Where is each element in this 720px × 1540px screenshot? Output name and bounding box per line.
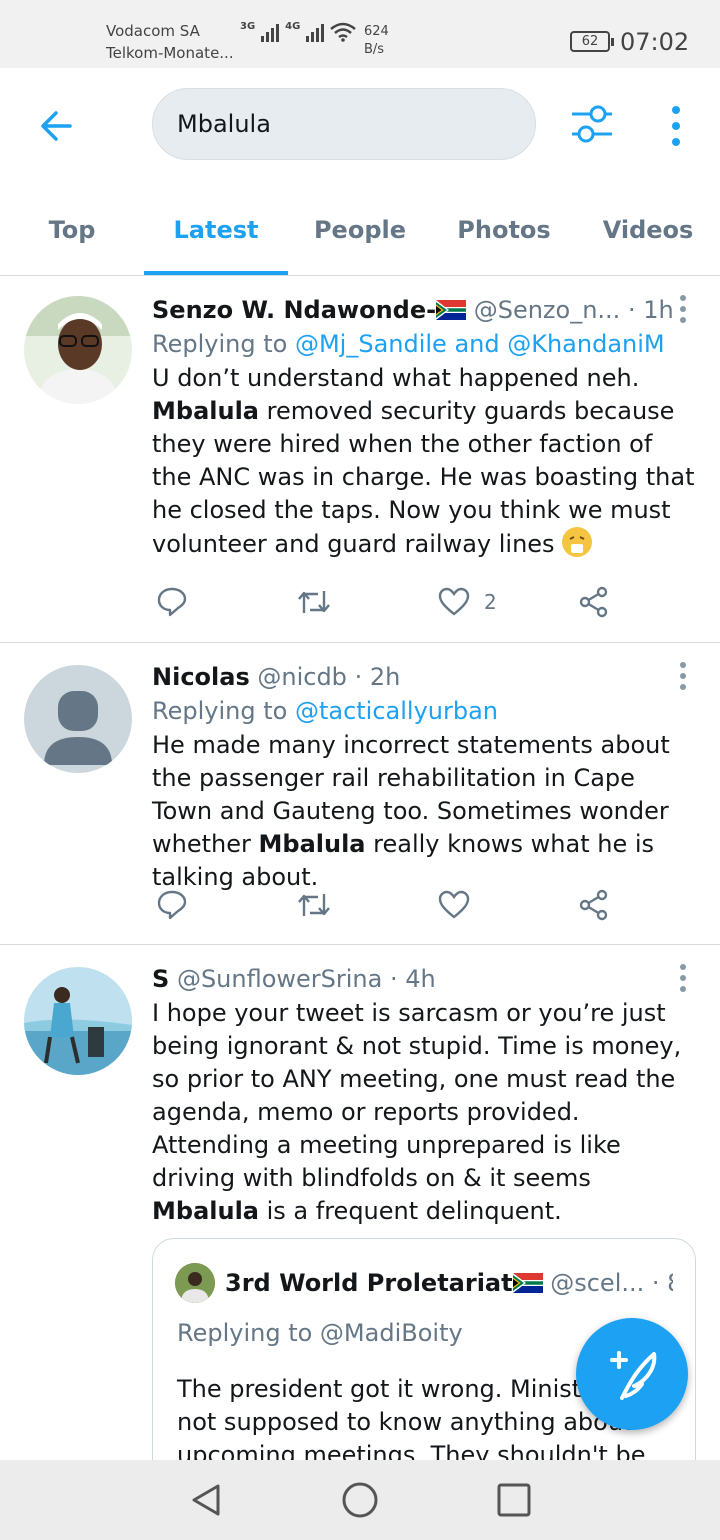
share-button[interactable] <box>578 582 610 622</box>
default-avatar[interactable] <box>24 665 132 773</box>
retweet-button[interactable] <box>296 885 332 925</box>
retweet-icon <box>298 894 330 916</box>
author-name[interactable]: S <box>152 965 169 993</box>
system-nav-bar <box>0 1460 720 1540</box>
south-africa-flag-icon <box>436 300 467 320</box>
like-button[interactable]: 2 <box>438 582 497 622</box>
share-button[interactable] <box>578 885 610 925</box>
back-arrow-icon[interactable] <box>36 106 76 146</box>
replying-to: Replying to @tacticallyurban <box>152 695 698 727</box>
carrier-primary: Vodacom SA <box>106 22 200 40</box>
retweet-icon <box>298 591 330 613</box>
replying-to-prefix: Replying to <box>152 330 288 358</box>
quoted-author-handle[interactable]: @scel... <box>550 1269 644 1297</box>
tweet-actions <box>152 885 632 925</box>
replying-to-prefix: Replying to <box>152 697 288 725</box>
like-button[interactable] <box>438 885 470 925</box>
retweet-button[interactable] <box>296 582 332 622</box>
search-highlight: Mbalula <box>152 397 259 425</box>
reply-button[interactable] <box>156 885 188 925</box>
tab-people[interactable]: People <box>288 196 432 276</box>
quoted-time: · 8h <box>651 1269 673 1297</box>
tweet-options-icon[interactable] <box>678 963 688 993</box>
tweet-text: He made many incorrect statements about … <box>152 731 670 891</box>
heart-icon <box>438 587 470 616</box>
author-name[interactable]: Nicolas <box>152 663 250 691</box>
south-africa-flag-icon <box>512 1273 543 1293</box>
speed-value: 624 <box>364 24 389 39</box>
tweet-time: · 2h <box>354 663 401 691</box>
share-icon <box>579 889 608 921</box>
tab-videos[interactable]: Videos <box>576 196 720 276</box>
signal-bars-icon <box>261 22 280 42</box>
battery-icon: 62 <box>570 31 614 52</box>
tweet-content: Senzo W. Ndawonde- @Senzo_n... · 1h Repl… <box>152 294 698 561</box>
tab-latest[interactable]: Latest <box>144 196 288 276</box>
quoted-avatar[interactable] <box>175 1263 215 1303</box>
tweet-options-icon[interactable] <box>678 661 688 691</box>
clock: 07:02 <box>620 28 690 56</box>
wifi-icon <box>330 22 357 42</box>
tweet-header: S @SunflowerSrina · 4h <box>152 963 698 995</box>
quoted-header: 3rd World Proletariat @scel... · 8h <box>225 1267 673 1299</box>
search-tabs: Top Latest People Photos Videos <box>0 196 720 276</box>
filter-icon[interactable] <box>568 100 616 148</box>
search-header: Mbalula Top Latest People Photos Videos <box>0 68 720 276</box>
default-profile-icon <box>44 691 112 765</box>
signal-indicators: 3G 4G <box>240 21 357 42</box>
carrier-info: Vodacom SA Telkom-Monate... <box>106 20 234 64</box>
nav-back-icon[interactable] <box>186 1480 226 1520</box>
author-handle[interactable]: @SunflowerSrina <box>177 965 382 993</box>
tweet-header: Nicolas @nicdb · 2h <box>152 661 698 693</box>
reply-mentions[interactable]: @tacticallyurban <box>295 697 498 725</box>
tweet-content: Nicolas @nicdb · 2h Replying to @tactica… <box>152 661 698 894</box>
signal-bars-icon <box>306 22 325 42</box>
share-icon <box>579 586 608 618</box>
tweet-time: · 4h <box>389 965 436 993</box>
network-type-2: 4G <box>285 21 301 32</box>
quoted-replying-to: Replying to @MadiBoity <box>177 1319 463 1347</box>
search-highlight: Mbalula <box>258 830 366 858</box>
reply-mentions[interactable]: @Mj_Sandile and @KhandaniM <box>295 330 665 358</box>
network-speed: 624 B/s <box>364 23 389 59</box>
carrier-secondary: Telkom-Monate... <box>106 44 234 62</box>
network-type-1: 3G <box>240 21 256 32</box>
tweet-time: · 1h <box>627 296 674 324</box>
tweet[interactable]: Nicolas @nicdb · 2h Replying to @tactica… <box>0 643 720 944</box>
tab-photos[interactable]: Photos <box>432 196 576 276</box>
nav-home-icon[interactable] <box>340 1480 380 1520</box>
tweet-actions: 2 <box>152 582 632 622</box>
tweet-text: I hope your tweet is sarcasm or you’re j… <box>152 999 682 1225</box>
reply-button[interactable] <box>156 582 188 622</box>
quoted-author-name[interactable]: 3rd World Proletariat <box>225 1269 513 1297</box>
speed-unit: B/s <box>364 42 385 57</box>
tab-top[interactable]: Top <box>0 196 144 276</box>
reply-icon <box>157 587 187 617</box>
author-handle[interactable]: @Senzo_n... <box>474 296 621 324</box>
compose-tweet-button[interactable] <box>576 1318 688 1430</box>
like-count: 2 <box>484 590 497 614</box>
heart-icon <box>438 890 470 919</box>
tweet-content: S @SunflowerSrina · 4h I hope your tweet… <box>152 963 698 1228</box>
sneezing-face-emoji-icon <box>562 527 593 557</box>
reply-icon <box>157 890 187 920</box>
status-bar: Vodacom SA Telkom-Monate... 3G 4G 624 B/… <box>0 0 720 68</box>
search-input[interactable]: Mbalula <box>152 88 536 160</box>
tweet-header: Senzo W. Ndawonde- @Senzo_n... · 1h <box>152 294 698 326</box>
more-options-icon[interactable] <box>664 104 688 148</box>
avatar[interactable] <box>24 967 132 1075</box>
search-highlight: Mbalula <box>152 1197 259 1225</box>
tweet[interactable]: Senzo W. Ndawonde- @Senzo_n... · 1h Repl… <box>0 276 720 642</box>
avatar[interactable] <box>24 296 132 404</box>
author-name[interactable]: Senzo W. Ndawonde- <box>152 296 436 324</box>
replying-to: Replying to @Mj_Sandile and @KhandaniM <box>152 328 698 360</box>
compose-feather-icon <box>610 1351 657 1400</box>
nav-recents-icon[interactable] <box>494 1480 534 1520</box>
author-handle[interactable]: @nicdb <box>257 663 347 691</box>
tweet-options-icon[interactable] <box>678 294 688 324</box>
tweet-text: U don’t understand what happened neh. Mb… <box>152 364 695 558</box>
